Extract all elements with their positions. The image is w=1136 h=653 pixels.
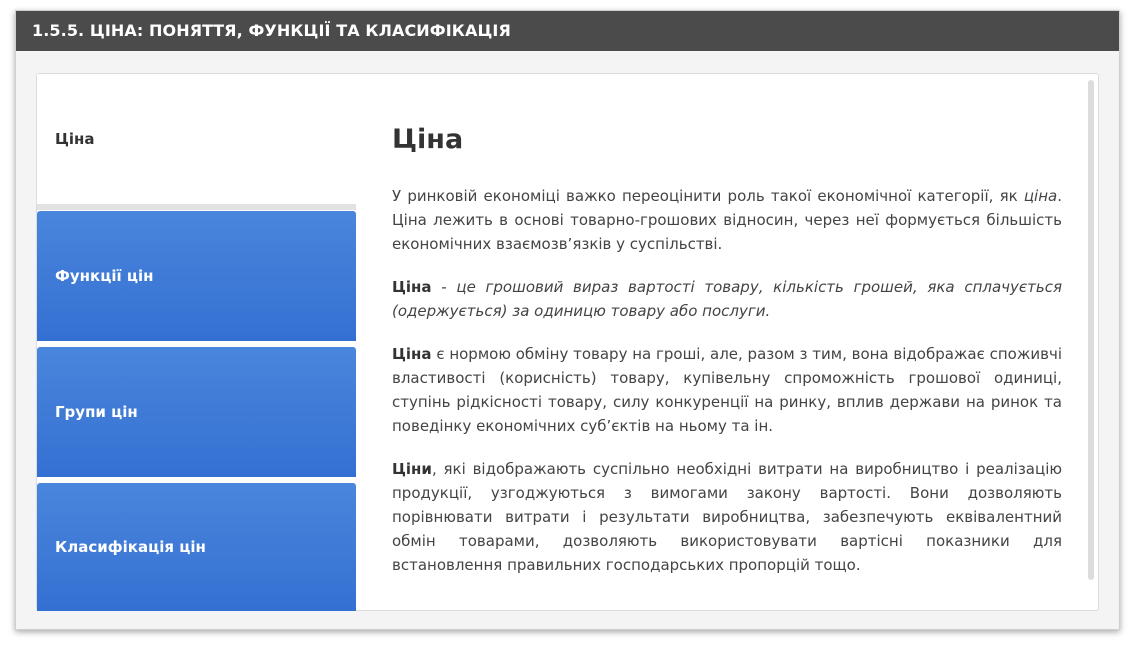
tab-price-label: Ціна [55, 130, 95, 148]
panel-heading: Ціна [392, 124, 464, 155]
paragraph-intro-text: У ринковій економіці важко переоцінити р… [392, 187, 1024, 205]
paragraph-definition: Ціна - це грошовий вираз вартості товару… [392, 275, 1062, 323]
tab-price[interactable]: Ціна [37, 74, 356, 210]
tab-panel: Ціна У ринковій економіці важко переоцін… [392, 122, 1062, 596]
tab-price-classification[interactable]: Класифікація цін [37, 483, 356, 611]
definition-text: - це грошовий вираз вартості товару, кіл… [392, 278, 1062, 320]
tab-price-classification-label: Класифікація цін [55, 538, 206, 556]
norm-term: Ціна [392, 345, 432, 363]
paragraph-prices: Ціни, які відображають суспільно необхід… [392, 457, 1062, 577]
definition-term: Ціна [392, 278, 432, 296]
window-title: 1.5.5. ЦІНА: ПОНЯТТЯ, ФУНКЦІЇ ТА КЛАСИФІ… [16, 11, 1119, 51]
vertical-scrollbar[interactable] [1088, 80, 1094, 580]
tab-price-groups-label: Групи цін [55, 403, 138, 421]
tab-list: Ціна Функції цін Групи цін Класифікація … [37, 74, 356, 611]
prices-text: , які відображають суспільно необхідні в… [392, 460, 1062, 574]
paragraph-intro: У ринковій економіці важко переоцінити р… [392, 184, 1062, 256]
norm-text: є нормою обміну товару на гроші, але, ра… [392, 345, 1062, 435]
prices-term: Ціни [392, 460, 432, 478]
tab-price-functions-label: Функції цін [55, 267, 154, 285]
content-card: Ціна Функції цін Групи цін Класифікація … [36, 73, 1099, 611]
tab-price-groups[interactable]: Групи цін [37, 347, 356, 477]
lesson-window: 1.5.5. ЦІНА: ПОНЯТТЯ, ФУНКЦІЇ ТА КЛАСИФІ… [15, 10, 1120, 630]
paragraph-norm: Ціна є нормою обміну товару на гроші, ал… [392, 342, 1062, 438]
tab-price-functions[interactable]: Функції цін [37, 211, 356, 341]
paragraph-intro-emphasis: ціна [1023, 187, 1058, 205]
